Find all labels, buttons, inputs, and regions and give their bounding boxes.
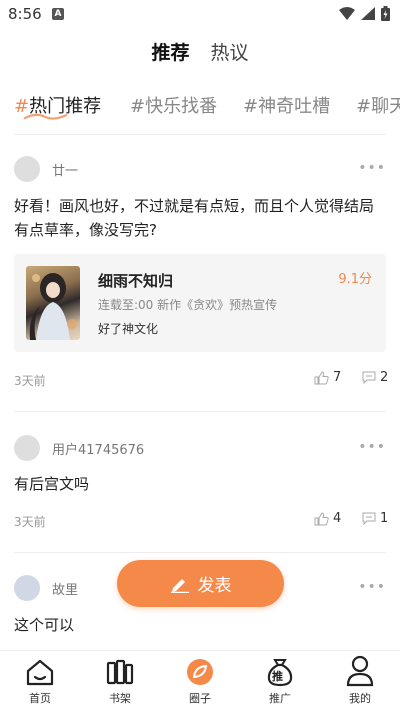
nav-bookshelf-label: 书架	[109, 692, 131, 705]
nav-promote-label: 推广	[269, 692, 291, 705]
nav-circle[interactable]: 圈子	[170, 655, 230, 706]
battery-icon	[381, 6, 390, 21]
topic-chat[interactable]: #聊天	[356, 92, 400, 118]
username[interactable]: 故里	[52, 579, 78, 598]
post-header: 廿一	[14, 156, 78, 182]
post-text[interactable]: 好看！画风也好，不过就是有点短，而且个人觉得结局有点草率，像没写完?	[14, 194, 386, 242]
divider	[14, 134, 386, 135]
comment-count: 1	[380, 511, 389, 526]
more-options-button[interactable]: •••	[358, 160, 386, 176]
username[interactable]: 用户41745676	[52, 439, 144, 458]
active-topic-underline	[23, 113, 68, 120]
comment-icon	[362, 371, 376, 384]
topic-happy-find[interactable]: #快乐找番	[130, 92, 217, 118]
post-header: 故里	[14, 575, 78, 601]
tab-recommend[interactable]: 推荐	[149, 38, 192, 70]
comment-icon	[362, 512, 376, 525]
nav-home-label: 首页	[29, 692, 51, 705]
avatar[interactable]	[14, 575, 40, 601]
post-text[interactable]: 有后宫文吗	[14, 472, 386, 496]
nav-promote[interactable]: 推 推广	[250, 655, 310, 706]
nav-circle-label: 圈子	[189, 692, 211, 705]
publish-label: 发表	[197, 576, 232, 596]
avatar[interactable]	[14, 435, 40, 461]
divider	[14, 552, 386, 553]
status-icons	[339, 6, 390, 21]
nav-bookshelf[interactable]: 书架	[90, 655, 150, 706]
topic-weird-rant[interactable]: #神奇吐槽	[243, 92, 330, 118]
book-card[interactable]: 细雨不知归 9.1分 连载至:00 新作《贪欢》预热宣传 好了神文化	[14, 254, 386, 352]
circle-icon	[187, 659, 213, 685]
post-time: 3天前	[14, 515, 46, 529]
nav-home[interactable]: 首页	[10, 655, 70, 706]
home-icon	[26, 659, 54, 686]
profile-icon	[346, 655, 374, 687]
book-cover-image	[26, 266, 80, 340]
post-header: 用户41745676	[14, 435, 144, 461]
more-options-button[interactable]: •••	[358, 439, 386, 455]
publish-button[interactable]: 发表	[117, 560, 284, 607]
bookshelf-icon	[106, 659, 134, 685]
username[interactable]: 廿一	[52, 160, 78, 179]
wifi-icon	[339, 7, 355, 20]
pen-icon	[170, 578, 189, 593]
book-meta: 连载至:00 新作《贪欢》预热宣传	[98, 298, 278, 312]
status-bar: 8:56 A	[0, 0, 400, 28]
nav-profile[interactable]: 我的	[330, 655, 390, 706]
like-button[interactable]: 4	[314, 511, 341, 526]
comment-button[interactable]: 1	[362, 511, 388, 526]
book-tag: 好了神文化	[98, 322, 159, 336]
signal-icon	[361, 7, 375, 20]
book-score: 9.1分	[338, 272, 372, 287]
nav-profile-label: 我的	[349, 692, 371, 705]
divider	[14, 411, 386, 412]
top-tabs: 推荐 热议	[0, 38, 400, 72]
tab-hot-discussion[interactable]: 热议	[211, 38, 249, 65]
promote-badge: 推	[272, 670, 283, 683]
thumb-up-icon	[314, 370, 329, 384]
like-count: 4	[333, 511, 342, 526]
bottom-nav: 首页 书架 圈子 推 推广 我的	[0, 650, 400, 711]
avatar[interactable]	[14, 156, 40, 182]
thumb-up-icon	[314, 511, 329, 525]
status-time: 8:56	[8, 5, 42, 23]
notification-icon: A	[52, 8, 64, 20]
more-options-button[interactable]: •••	[358, 579, 386, 595]
post-time: 3天前	[14, 374, 46, 388]
post-text[interactable]: 这个可以	[14, 613, 386, 637]
book-title: 细雨不知归	[98, 272, 174, 290]
comment-count: 2	[380, 370, 389, 385]
comment-button[interactable]: 2	[362, 370, 388, 385]
like-button[interactable]: 7	[314, 370, 341, 385]
like-count: 7	[333, 370, 342, 385]
